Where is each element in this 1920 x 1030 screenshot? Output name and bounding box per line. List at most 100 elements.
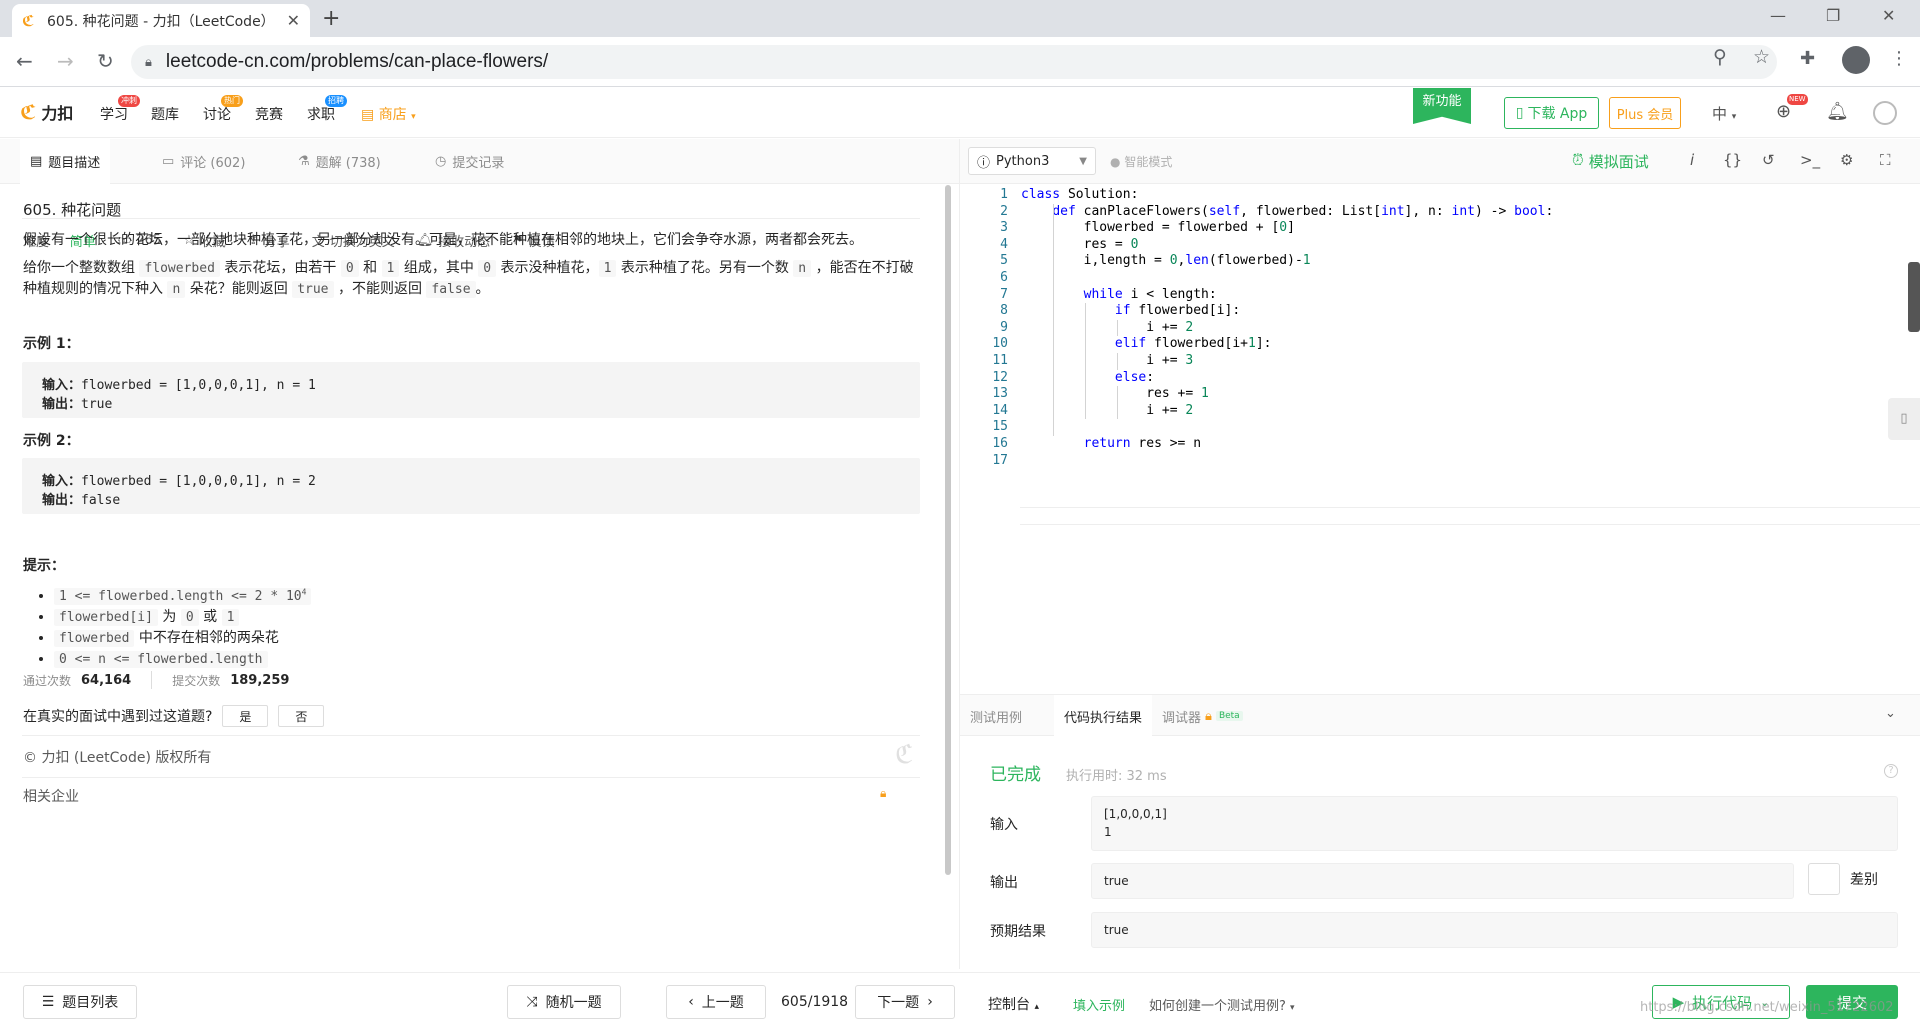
random-problem-button[interactable]: ⤨ 随机一题 xyxy=(507,985,621,1019)
side-float-button[interactable]: ▯ xyxy=(1888,398,1920,440)
example-2-title: 示例 2： xyxy=(23,433,80,449)
close-window-icon[interactable]: ✕ xyxy=(1882,6,1895,25)
tab-run-result[interactable]: 代码执行结果 xyxy=(1054,695,1153,737)
tab-solutions[interactable]: ⚗ 题解 (738) xyxy=(288,139,391,184)
nav-problems[interactable]: 题库 xyxy=(151,104,179,124)
hint-4: 0 <= n <= flowerbed.length xyxy=(54,649,311,670)
nav-jobs[interactable]: 求职 招聘 xyxy=(307,95,347,124)
p2-text-h: 朵花？能则返回 xyxy=(185,281,293,297)
restore-icon[interactable]: ❐ xyxy=(1826,6,1840,25)
tab-submissions[interactable]: ◷ 提交记录 xyxy=(425,139,514,184)
next-problem-button[interactable]: 下一题 › xyxy=(855,985,955,1019)
left-scrollbar[interactable] xyxy=(945,185,951,875)
description-icon: ▤ xyxy=(30,154,43,169)
back-icon[interactable]: ← xyxy=(16,49,33,73)
nav-discuss[interactable]: 讨论 热门 xyxy=(203,95,243,124)
tab-debugger-label: 调试器 xyxy=(1162,710,1202,726)
nav-contest[interactable]: 竞赛 xyxy=(255,104,283,124)
interview-question-text: 在真实的面试中遇到过这道题? xyxy=(23,709,213,725)
editor-scrollbar-thumb[interactable] xyxy=(1908,262,1920,332)
reset-icon[interactable]: ↺ xyxy=(1762,151,1775,169)
diff-toggle[interactable]: 差别 xyxy=(1808,863,1878,895)
smart-mode-toggle[interactable]: ● 智能模式 xyxy=(1110,153,1172,170)
random-problem-label: 随机一题 xyxy=(545,995,602,1011)
tab-testcase-label: 测试用例 xyxy=(970,710,1023,726)
nav-learn[interactable]: 学习 冲刺 xyxy=(100,95,140,124)
example-2-output-label: 输出： xyxy=(42,493,82,508)
url-text: leetcode-cn.com/problems/can-place-flowe… xyxy=(165,51,549,72)
line-number: 11 xyxy=(992,353,1008,368)
address-bar[interactable]: 🔒︎ leetcode-cn.com/problems/can-place-fl… xyxy=(131,45,1777,79)
diff-switch[interactable] xyxy=(1808,863,1840,895)
line-number: 16 xyxy=(992,436,1008,451)
logo-mark-icon: ℭ xyxy=(20,100,37,124)
tab-testcase[interactable]: 测试用例 xyxy=(960,695,1032,737)
reload-icon[interactable]: ↻ xyxy=(97,49,114,73)
hint-4-code: 0 <= n <= flowerbed.length xyxy=(54,651,268,669)
p2-code-false: false xyxy=(426,281,476,298)
p2-text-b: 表示花坛，由若干 xyxy=(219,260,341,276)
line-number: 1 xyxy=(1000,187,1008,202)
divider-interview xyxy=(22,735,920,736)
fill-example-link[interactable]: 填入示例 xyxy=(1073,995,1125,1014)
divider-meta xyxy=(22,218,920,219)
yes-button[interactable]: 是 xyxy=(222,705,269,727)
dot-icon: ● xyxy=(1110,155,1121,169)
zoom-icon[interactable]: ⚲ xyxy=(1713,46,1727,68)
phone-icon: ▯ xyxy=(1515,105,1524,121)
console-toggle[interactable]: 控制台 ▴ xyxy=(988,994,1039,1014)
related-companies[interactable]: 相关企业 xyxy=(23,786,79,806)
tab-debugger[interactable]: 调试器 🔒︎ Beta xyxy=(1152,695,1253,737)
new-tab-icon[interactable]: + xyxy=(322,6,340,31)
how-to-testcase-link[interactable]: 如何创建一个测试用例? ▾ xyxy=(1149,995,1295,1014)
code-line: else: xyxy=(1114,369,1155,385)
language-select[interactable]: ⓘ Python3 ▼ xyxy=(968,147,1096,175)
forward-icon[interactable]: → xyxy=(57,49,74,73)
download-app-button[interactable]: ▯ 下载 App xyxy=(1504,97,1599,129)
leetcode-logo[interactable]: ℭ 力扣 xyxy=(20,100,73,124)
p2-code-0: 0 xyxy=(340,260,359,277)
hint-2-a: 0 xyxy=(180,609,199,627)
accepted-label: 通过次数 xyxy=(23,673,72,688)
hint-1-sup: 4 xyxy=(301,588,307,597)
chrome-menu-icon[interactable]: ⋮ xyxy=(1890,48,1908,69)
tab-description[interactable]: ▤ 题目描述 xyxy=(20,139,111,184)
nav-learn-label: 学习 xyxy=(100,107,128,123)
minimize-icon[interactable]: — xyxy=(1770,6,1786,25)
tab-solutions-label: 题解 (738) xyxy=(315,156,381,171)
csdn-watermark: https://blog.csdn.net/weixin_51722602 xyxy=(1640,1000,1894,1015)
problem-list-button[interactable]: ☰ 题目列表 xyxy=(23,985,137,1019)
plus-member-button[interactable]: Plus 会员 xyxy=(1609,97,1681,129)
submissions-count: 189,259 xyxy=(230,672,290,688)
settings-icon[interactable]: ⚙ xyxy=(1840,151,1853,169)
close-tab-icon[interactable]: ✕ xyxy=(287,11,300,30)
tab-comments[interactable]: ▭ 评论 (602) xyxy=(152,139,255,184)
browser-tab-title: 605. 种花问题 - 力扣（LeetCode） xyxy=(47,13,275,30)
example-2-output: false xyxy=(81,493,121,508)
line-number: 7 xyxy=(1000,286,1008,302)
mock-interview-button[interactable]: ⏰︎ 模拟面试 xyxy=(1572,151,1649,172)
chrome-profile-avatar[interactable] xyxy=(1842,46,1870,74)
code-editor[interactable]: 1 2 3 4 5 6 7 8 9 10 11 12 13 14 15 16 17 class Solution… xyxy=(960,184,1920,694)
p2-text-f: 表示种植了花。另有一个数 xyxy=(616,260,794,276)
prev-problem-button[interactable]: ‹ 上一题 xyxy=(666,985,766,1019)
no-button[interactable]: 否 xyxy=(278,705,325,727)
bookmark-star-icon[interactable]: ☆ xyxy=(1753,46,1770,68)
nav-learn-badge: 冲刺 xyxy=(118,95,140,107)
new-feature-ribbon[interactable]: 新功能 xyxy=(1413,88,1471,124)
nav-shop[interactable]: ▤ 商店 ▾ xyxy=(361,104,416,124)
info-italic-icon[interactable]: i xyxy=(1690,151,1694,169)
terminal-icon[interactable]: >_ xyxy=(1800,151,1820,169)
caret-down-icon: ▾ xyxy=(1290,1003,1295,1013)
extensions-icon[interactable]: ✚ xyxy=(1800,48,1815,69)
braces-icon[interactable]: {} xyxy=(1723,151,1742,169)
fullscreen-icon[interactable]: ⛶ xyxy=(1880,151,1891,169)
hints-list: 1 <= flowerbed.length <= 2 * 104 flowerb… xyxy=(54,582,312,670)
browser-tab[interactable]: ℭ 605. 种花问题 - 力扣（LeetCode） ✕ xyxy=(12,4,310,37)
collapse-console-icon[interactable]: ⌄ xyxy=(1885,706,1896,721)
language-switch[interactable]: 中 ▾ xyxy=(1712,103,1736,124)
user-avatar[interactable] xyxy=(1873,101,1897,125)
notification-bell-icon[interactable]: 🔔︎ xyxy=(1826,101,1849,122)
line-number: 13 xyxy=(992,386,1008,402)
help-icon[interactable]: ? xyxy=(1884,764,1898,778)
